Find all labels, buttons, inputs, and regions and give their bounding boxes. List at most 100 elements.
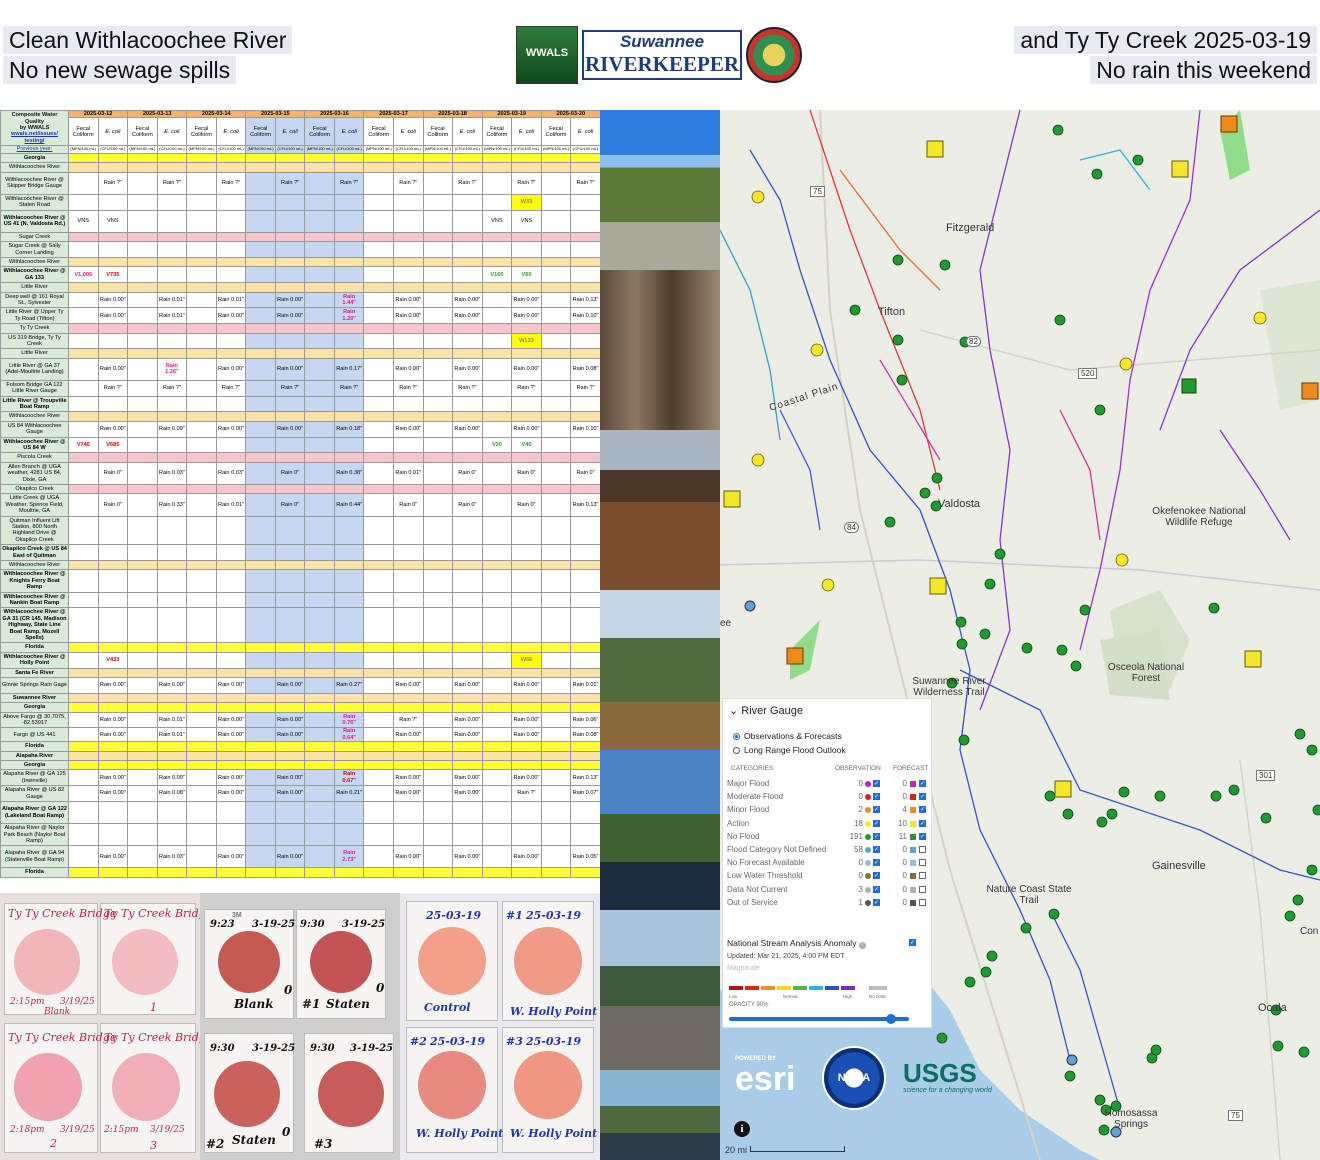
gauge-no-flood[interactable] (979, 628, 991, 640)
observation-checkbox[interactable]: ✓ (873, 898, 880, 906)
gauge-no-flood[interactable] (1312, 804, 1320, 816)
radio-observations-forecasts[interactable]: Observations & Forecasts (733, 731, 842, 741)
gauge-no-flood[interactable] (892, 334, 904, 346)
nsa-anomaly-row[interactable]: National Stream Analysis Anomaly i ✓ (727, 938, 916, 949)
gauge-no-flood[interactable] (1096, 816, 1108, 828)
gauge-no-flood[interactable] (1298, 1046, 1310, 1058)
gauge-no-flood[interactable] (980, 966, 992, 978)
gauge-no-flood[interactable] (919, 487, 931, 499)
forecast-checkbox[interactable]: ✓ (919, 832, 926, 840)
forecast-checkbox[interactable] (919, 846, 926, 853)
observation-checkbox[interactable]: ✓ (873, 819, 880, 827)
gauge-no-flood[interactable] (1208, 602, 1220, 614)
forecast-checkbox[interactable] (919, 859, 926, 867)
river-gauge-legend[interactable]: ⌄ River Gauge Observations & Forecasts L… (722, 698, 932, 1028)
gauge-minor-flood-forecast[interactable] (1301, 382, 1319, 400)
gauge-no-flood[interactable] (892, 254, 904, 266)
gauge-action[interactable] (1115, 553, 1129, 567)
gauge-action-forecast[interactable] (1054, 780, 1072, 798)
gauge-action[interactable] (1119, 357, 1133, 371)
forecast-checkbox[interactable] (919, 872, 926, 880)
gauge-no-flood[interactable] (958, 734, 970, 746)
gauge-no-flood[interactable] (1132, 154, 1144, 166)
gauge-no-flood[interactable] (1079, 604, 1091, 616)
gauge-action[interactable] (821, 578, 835, 592)
gauge-no-flood[interactable] (1306, 744, 1318, 756)
gauge-no-flood[interactable] (1020, 922, 1032, 934)
nsa-checkbox[interactable]: ✓ (909, 939, 916, 946)
opacity-slider-knob[interactable] (886, 1014, 896, 1024)
gauge-no-flood[interactable] (1118, 786, 1130, 798)
previous-year-link[interactable]: Previous year: (0, 145, 69, 154)
observation-checkbox[interactable]: ✓ (873, 780, 880, 787)
gauge-no-flood[interactable] (984, 578, 996, 590)
gauge-no-flood[interactable] (1094, 1094, 1106, 1106)
observation-checkbox[interactable]: ✓ (873, 846, 880, 853)
forecast-checkbox[interactable]: ✓ (919, 806, 926, 814)
gauge-no-flood[interactable] (849, 304, 861, 316)
info-icon[interactable]: i (734, 1121, 750, 1137)
gauge-action[interactable] (751, 453, 765, 467)
observation-checkbox[interactable]: ✓ (873, 859, 880, 867)
forecast-checkbox[interactable]: ✓ (919, 793, 926, 801)
forecast-checkbox[interactable] (919, 885, 926, 893)
gauge-no-flood[interactable] (896, 374, 908, 386)
gauge-minor-flood-forecast[interactable] (786, 647, 804, 665)
gauge-no-flood[interactable] (1272, 1040, 1284, 1052)
gauge-action-forecast[interactable] (723, 490, 741, 508)
gauge-no-flood[interactable] (1150, 1044, 1162, 1056)
forecast-checkbox[interactable]: ✓ (919, 819, 926, 827)
gauge-no-flood[interactable] (1091, 168, 1103, 180)
gauge-no-flood[interactable] (1260, 812, 1272, 824)
gauge-no-flood[interactable] (1062, 808, 1074, 820)
gauge-no-flood[interactable] (956, 638, 968, 650)
gauge-no-flood[interactable] (1154, 790, 1166, 802)
gauge-no-flood[interactable] (1054, 314, 1066, 326)
gauge-no-flood[interactable] (931, 472, 943, 484)
gauge-no-flood[interactable] (1306, 864, 1318, 876)
gauge-no-flood[interactable] (1064, 1070, 1076, 1082)
gauge-action[interactable] (751, 190, 765, 204)
gauge-action-forecast[interactable] (929, 577, 947, 595)
observation-checkbox[interactable]: ✓ (873, 806, 880, 814)
gauge-action-forecast[interactable] (1244, 650, 1262, 668)
gauge-no-flood[interactable] (1048, 908, 1060, 920)
gauge-no-flood[interactable] (1056, 644, 1068, 656)
radio-long-range-outlook[interactable]: Long Range Flood Outlook (733, 745, 846, 755)
observation-checkbox[interactable]: ✓ (873, 832, 880, 840)
gauge-no-flood[interactable] (1044, 790, 1056, 802)
gauge-not-defined[interactable] (1066, 1054, 1078, 1066)
info-icon[interactable]: i (858, 942, 866, 949)
observation-checkbox[interactable]: ✓ (873, 885, 880, 893)
gauge-no-flood[interactable] (955, 616, 967, 628)
gauge-action-forecast[interactable] (926, 140, 944, 158)
gauge-action-forecast[interactable] (1171, 160, 1189, 178)
observation-checkbox[interactable]: ✓ (873, 793, 880, 801)
gauge-no-flood[interactable] (1228, 784, 1240, 796)
gauge-no-flood[interactable] (1106, 808, 1118, 820)
forecast-checkbox[interactable]: ✓ (919, 780, 926, 787)
observation-checkbox[interactable]: ✓ (873, 872, 880, 880)
gauge-no-flood[interactable] (1284, 910, 1296, 922)
gauge-not-defined[interactable] (744, 600, 756, 612)
legend-title[interactable]: ⌄ River Gauge (729, 704, 803, 717)
gauge-no-flood[interactable] (1052, 124, 1064, 136)
gauge-minor-flood-forecast[interactable] (1220, 115, 1238, 133)
gauge-no-flood[interactable] (1294, 728, 1306, 740)
gauge-no-flood[interactable] (1094, 404, 1106, 416)
gauge-no-flood[interactable] (1292, 894, 1304, 906)
gauge-no-flood[interactable] (986, 950, 998, 962)
gauge-no-flood-forecast[interactable] (1181, 378, 1197, 394)
gauge-no-flood[interactable] (936, 1032, 948, 1044)
gauge-action[interactable] (1253, 311, 1267, 325)
gauge-no-flood[interactable] (939, 259, 951, 271)
gauge-no-flood[interactable] (1070, 660, 1082, 672)
gauge-no-flood[interactable] (1210, 790, 1222, 802)
opacity-slider[interactable] (729, 1014, 909, 1024)
gauge-no-flood[interactable] (964, 976, 976, 988)
gauge-no-flood[interactable] (994, 548, 1006, 560)
gauge-no-flood[interactable] (1021, 642, 1033, 654)
gauge-no-flood[interactable] (884, 516, 896, 528)
gauge-action[interactable] (810, 343, 824, 357)
forecast-checkbox[interactable] (919, 898, 926, 906)
